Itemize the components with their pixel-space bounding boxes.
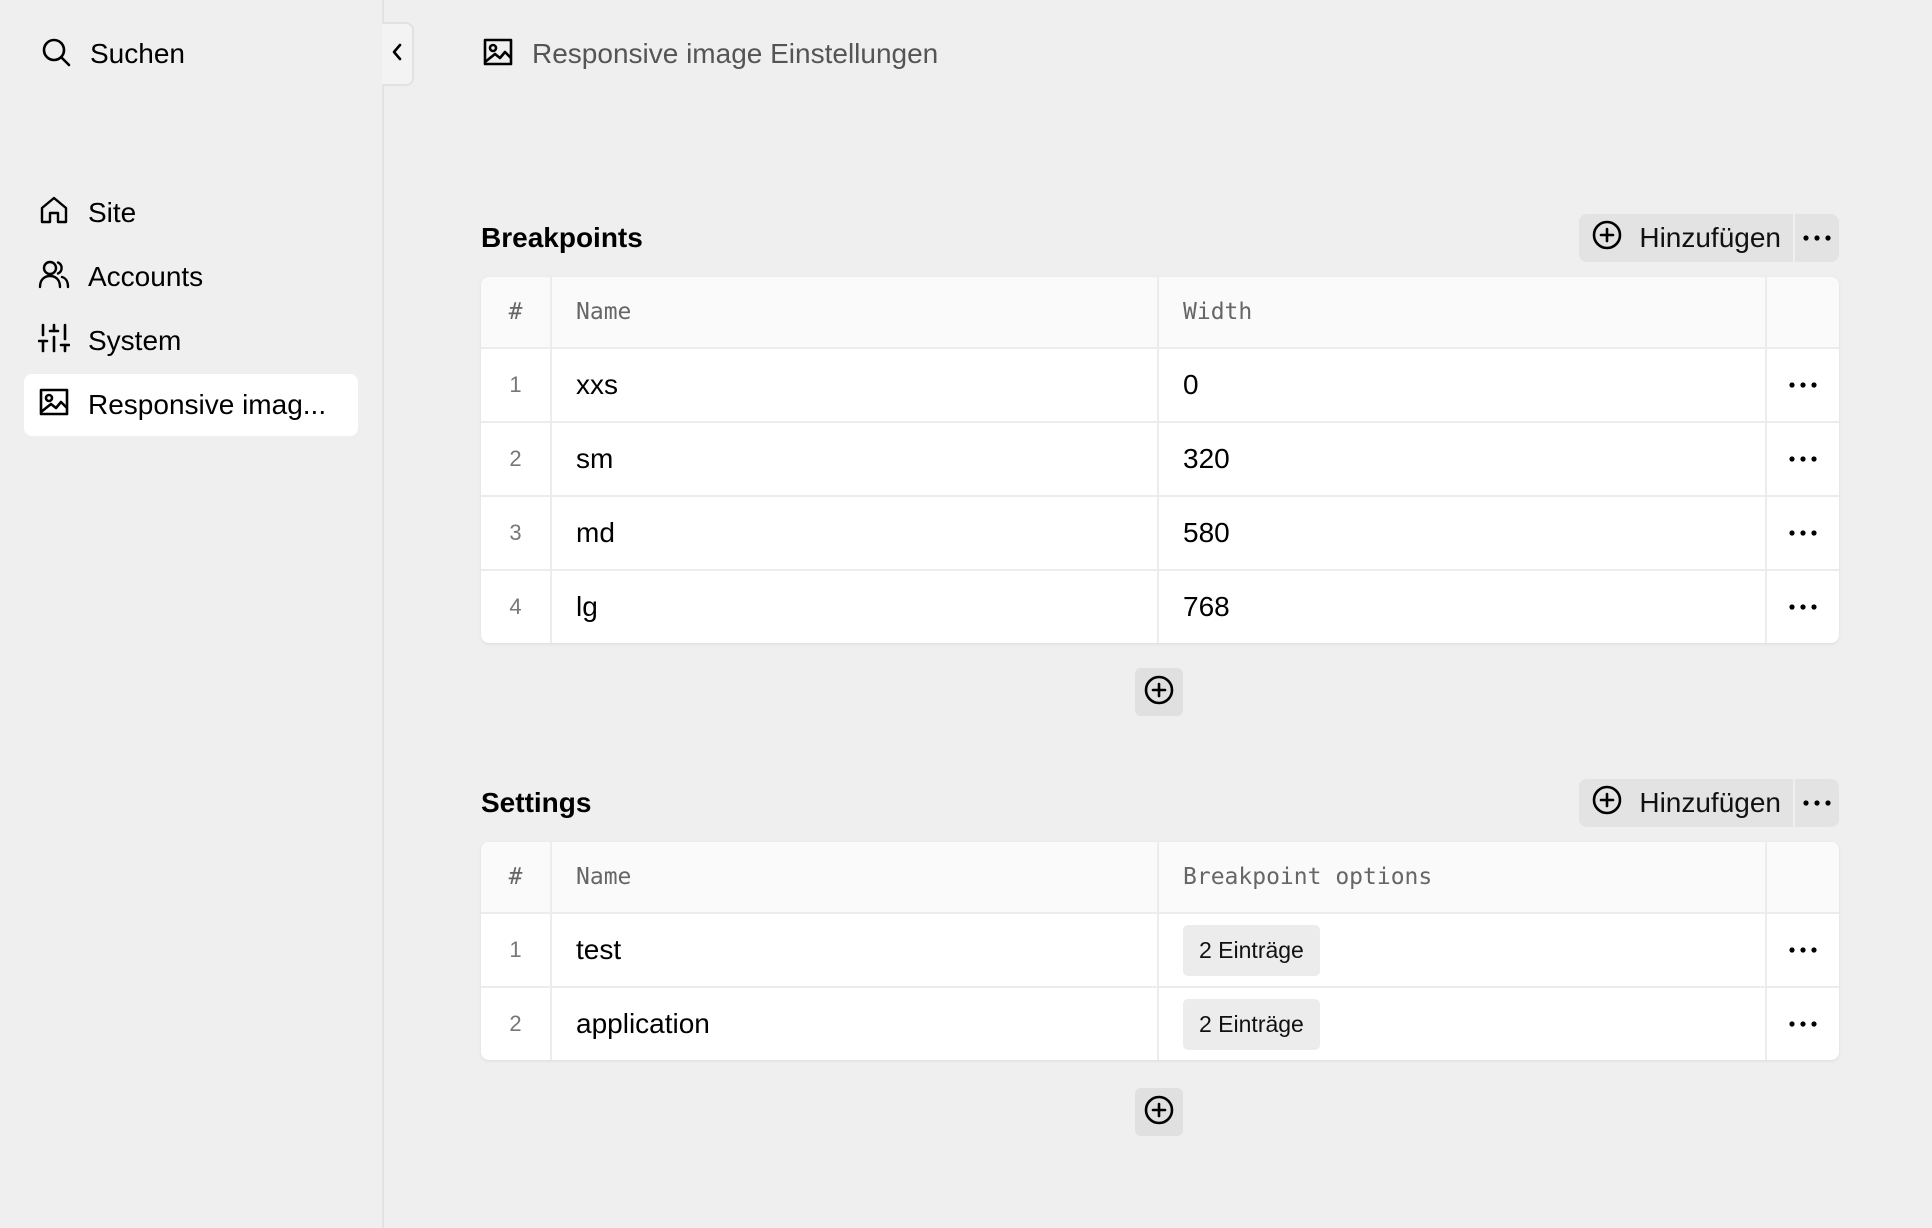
sidebar-item-label: Responsive imag...	[88, 389, 327, 420]
row-name[interactable]: lg	[552, 571, 1159, 643]
sidebar-item-site[interactable]: Site	[24, 182, 358, 244]
row-width[interactable]: 768	[1159, 571, 1767, 643]
more-horizontal-icon	[1788, 524, 1818, 542]
search-label: Suchen	[90, 38, 185, 69]
plus-circle-icon	[1143, 1094, 1175, 1131]
add-breakpoint-button[interactable]: Hinzufügen	[1579, 214, 1793, 262]
add-setting-button[interactable]: Hinzufügen	[1579, 779, 1793, 827]
column-header-name: Name	[552, 277, 1159, 347]
entries-badge[interactable]: 2 Einträge	[1183, 924, 1320, 976]
table-row[interactable]: 4 lg 768	[481, 569, 1839, 643]
sidebar-item-label: Site	[88, 197, 137, 228]
search-icon	[40, 36, 72, 73]
more-options-button[interactable]	[1793, 779, 1839, 827]
image-icon	[482, 36, 514, 73]
row-index: 1	[481, 914, 552, 986]
table-row[interactable]: 2 sm 320	[481, 421, 1839, 495]
table-row[interactable]: 1 test 2 Einträge	[481, 912, 1839, 986]
row-menu-button[interactable]	[1767, 349, 1839, 421]
add-button-label: Hinzufügen	[1639, 222, 1781, 253]
section-header: Breakpoints Hinzufügen	[481, 213, 1839, 263]
row-menu-button[interactable]	[1767, 571, 1839, 643]
sidebar-item-label: Accounts	[88, 261, 204, 292]
row-menu-button[interactable]	[1767, 497, 1839, 569]
more-horizontal-icon	[1802, 794, 1832, 812]
row-menu-button[interactable]	[1767, 914, 1839, 986]
users-icon	[38, 258, 70, 297]
plus-circle-icon	[1143, 674, 1175, 711]
add-breakpoint-row-button[interactable]	[1135, 668, 1183, 716]
column-header-width: Width	[1159, 277, 1767, 347]
more-horizontal-icon	[1788, 1015, 1818, 1033]
more-horizontal-icon	[1788, 598, 1818, 616]
home-icon	[38, 194, 70, 233]
row-index: 1	[481, 349, 552, 421]
more-horizontal-icon	[1802, 229, 1832, 247]
breakpoints-section: Breakpoints Hinzufügen # Name Width 1 xx…	[481, 213, 1839, 643]
table-row[interactable]: 3 md 580	[481, 495, 1839, 569]
table-row[interactable]: 1 xxs 0	[481, 347, 1839, 421]
page-header: Responsive image Einstellungen	[482, 34, 938, 74]
chevron-left-icon	[390, 42, 404, 67]
sidebar-item-label: System	[88, 325, 182, 356]
page-title: Responsive image Einstellungen	[532, 38, 939, 69]
row-menu-button[interactable]	[1767, 423, 1839, 495]
sliders-icon	[37, 322, 71, 361]
column-header-actions	[1767, 277, 1839, 347]
image-icon	[38, 386, 70, 425]
add-button-group: Hinzufügen	[1579, 779, 1839, 827]
breakpoints-table: # Name Width 1 xxs 0 2 sm 320 3 md 580 4…	[481, 277, 1839, 643]
plus-circle-icon	[1591, 219, 1623, 258]
column-header-name: Name	[552, 842, 1159, 912]
entries-badge[interactable]: 2 Einträge	[1183, 998, 1320, 1050]
sidebar-item-responsive-image[interactable]: Responsive imag...	[24, 374, 358, 436]
more-horizontal-icon	[1788, 941, 1818, 959]
column-header-actions	[1767, 842, 1839, 912]
plus-circle-icon	[1591, 784, 1623, 823]
app-window: Suchen Site Accounts System Responsive i…	[0, 0, 1932, 1228]
table-row[interactable]: 2 application 2 Einträge	[481, 986, 1839, 1060]
add-button-label: Hinzufügen	[1639, 787, 1781, 818]
row-name[interactable]: sm	[552, 423, 1159, 495]
table-header-row: # Name Breakpoint options	[481, 842, 1839, 912]
column-header-index: #	[481, 842, 552, 912]
section-header: Settings Hinzufügen	[481, 778, 1839, 828]
row-index: 2	[481, 988, 552, 1060]
sidebar-nav: Site Accounts System Responsive imag...	[24, 182, 358, 438]
more-horizontal-icon	[1788, 376, 1818, 394]
row-index: 3	[481, 497, 552, 569]
settings-table: # Name Breakpoint options 1 test 2 Eintr…	[481, 842, 1839, 1060]
row-breakpoint-options[interactable]: 2 Einträge	[1159, 988, 1767, 1060]
row-breakpoint-options[interactable]: 2 Einträge	[1159, 914, 1767, 986]
row-width[interactable]: 580	[1159, 497, 1767, 569]
sidebar: Suchen Site Accounts System Responsive i…	[0, 0, 384, 1228]
row-index: 4	[481, 571, 552, 643]
row-width[interactable]: 0	[1159, 349, 1767, 421]
collapse-sidebar-button[interactable]	[382, 22, 414, 86]
add-setting-row-button[interactable]	[1135, 1088, 1183, 1136]
add-button-group: Hinzufügen	[1579, 214, 1839, 262]
table-header-row: # Name Width	[481, 277, 1839, 347]
row-name[interactable]: application	[552, 988, 1159, 1060]
more-horizontal-icon	[1788, 450, 1818, 468]
row-width[interactable]: 320	[1159, 423, 1767, 495]
row-name[interactable]: md	[552, 497, 1159, 569]
column-header-index: #	[481, 277, 552, 347]
row-name[interactable]: test	[552, 914, 1159, 986]
search-button[interactable]: Suchen	[40, 34, 185, 74]
row-menu-button[interactable]	[1767, 988, 1839, 1060]
row-index: 2	[481, 423, 552, 495]
row-name[interactable]: xxs	[552, 349, 1159, 421]
section-title: Settings	[481, 787, 592, 818]
settings-section: Settings Hinzufügen # Name Breakpoint op…	[481, 778, 1839, 1060]
sidebar-item-accounts[interactable]: Accounts	[24, 246, 358, 308]
sidebar-item-system[interactable]: System	[24, 310, 358, 372]
more-options-button[interactable]	[1793, 214, 1839, 262]
section-title: Breakpoints	[481, 222, 643, 253]
column-header-breakpoint-options: Breakpoint options	[1159, 842, 1767, 912]
